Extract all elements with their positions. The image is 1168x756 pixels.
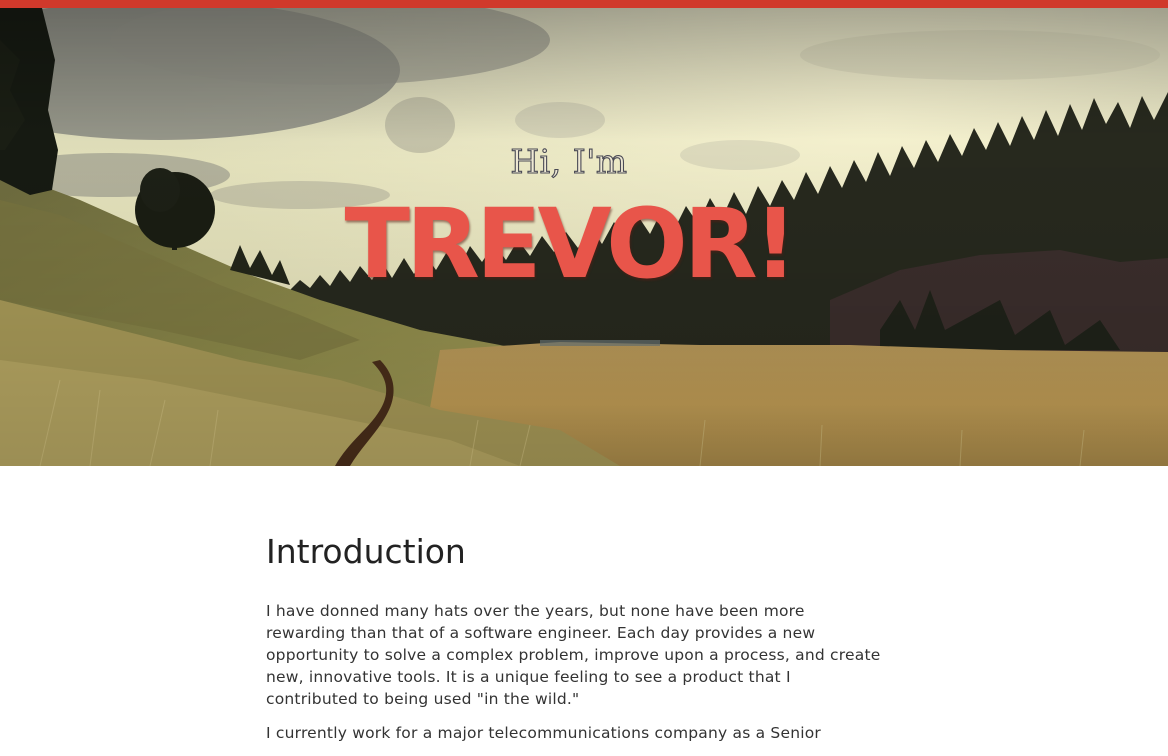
intro-paragraph: I currently work for a major telecommuni… (266, 724, 821, 742)
hero-name: TREVOR! (344, 188, 798, 300)
intro-paragraph: I have donned many hats over the years, … (266, 602, 881, 708)
intro-section: Introduction I have donned many hats ove… (266, 530, 886, 756)
hero-greeting: Hi, I'm (510, 141, 628, 181)
intro-heading: Introduction (266, 532, 466, 571)
top-accent-bar (0, 0, 1168, 8)
